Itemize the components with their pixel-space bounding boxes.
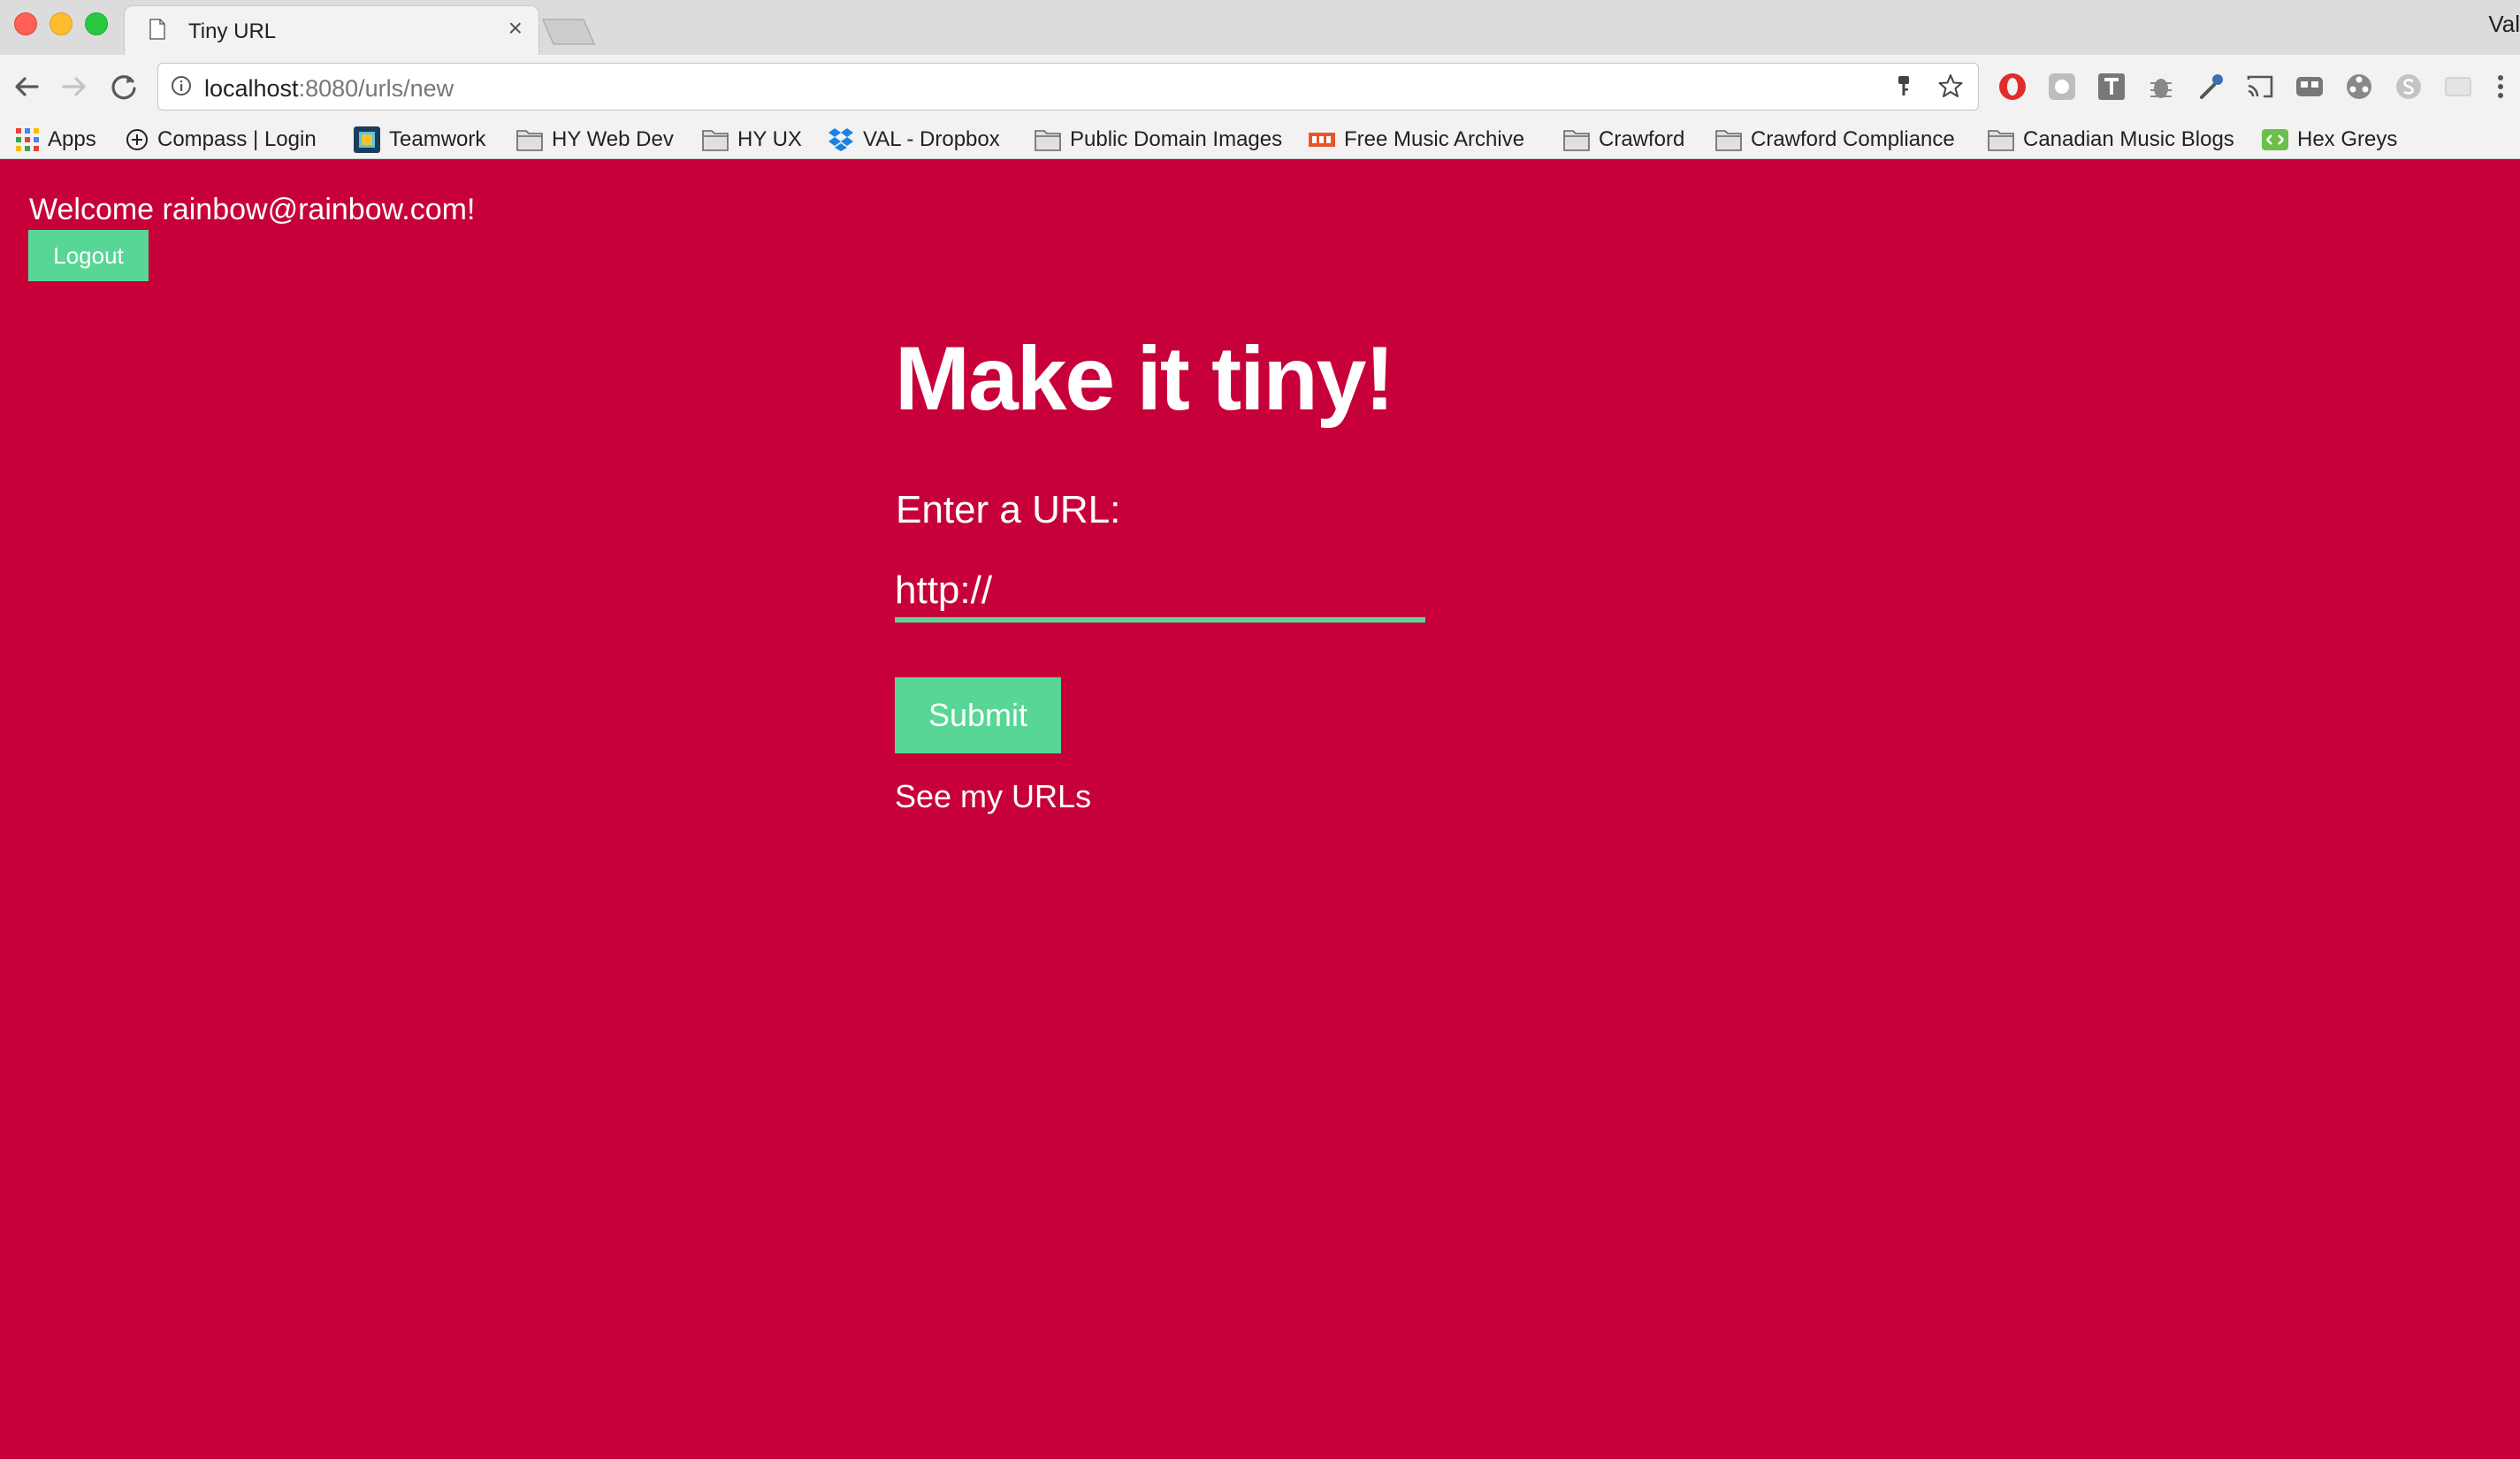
folder-icon [1035,130,1061,151]
folder-icon [1988,130,2014,151]
teamwork-icon [354,126,380,153]
tab-manager-icon[interactable] [2294,71,2325,103]
text-extension-icon[interactable] [2096,71,2127,103]
skype-icon[interactable] [2393,71,2425,103]
bookmark-label: Hex Greys [2297,127,2398,151]
window-close-button[interactable] [14,12,37,35]
reload-icon[interactable] [106,69,141,104]
window-extension-icon[interactable] [2442,71,2474,103]
key-icon[interactable] [1891,73,1916,98]
browser-tab-strip: Tiny URL × Val [0,0,2520,55]
window-minimize-button[interactable] [50,12,73,35]
bookmark-label: Crawford Compliance [1751,127,1955,151]
folder-icon [1715,130,1742,151]
logout-button[interactable]: Logout [28,230,149,281]
bookmark-crawford-compliance[interactable]: Crawford Compliance [1715,120,1955,159]
profile-name[interactable]: Val [2488,11,2520,38]
url-path: :8080/urls/new [298,75,454,102]
bookmark-label: HY Web Dev [552,127,674,151]
fma-icon [1309,133,1335,147]
forward-arrow-icon[interactable] [57,69,92,104]
hex-greys-icon [2262,129,2288,150]
folder-icon [1563,130,1590,151]
shield-extension-icon[interactable] [2046,71,2078,103]
url-field-label: Enter a URL: [896,488,1121,531]
bug-extension-icon[interactable] [2145,71,2177,103]
bookmark-teamwork[interactable]: Teamwork [354,120,485,159]
folder-icon [702,130,729,151]
see-my-urls-link[interactable]: See my URLs [895,778,1091,815]
bookmark-hex-greys[interactable]: Hex Greys [2262,120,2397,159]
folder-icon [516,130,543,151]
tab-close-icon[interactable]: × [508,16,523,41]
welcome-message: Welcome rainbow@rainbow.com! [29,193,476,226]
bookmark-public-domain-images[interactable]: Public Domain Images [1035,120,1282,159]
opera-vpn-extension-icon[interactable] [1997,71,2028,103]
info-icon[interactable] [171,75,192,96]
new-tab-button[interactable] [541,18,596,46]
bookmark-label: Crawford [1599,127,1685,151]
bookmark-hy-ux[interactable]: HY UX [702,120,802,159]
bookmark-hy-web-dev[interactable]: HY Web Dev [516,120,674,159]
apps-grid-icon [16,128,39,151]
address-bar[interactable]: localhost:8080/urls/new [157,63,1979,111]
cast-icon[interactable] [2244,71,2276,103]
window-zoom-button[interactable] [85,12,108,35]
bookmark-free-music-archive[interactable]: Free Music Archive [1309,120,1524,159]
submit-button[interactable]: Submit [895,677,1061,753]
bookmarks-bar: Apps Compass | Login Teamwork HY Web Dev… [0,120,2520,159]
page-title: Make it tiny! [895,328,1394,429]
bookmark-label: Apps [48,127,96,151]
browser-toolbar: localhost:8080/urls/new [0,55,2520,120]
bookmark-crawford[interactable]: Crawford [1563,120,1684,159]
compass-icon [126,129,148,150]
dropbox-icon [829,128,853,151]
bookmark-label: HY UX [737,127,802,151]
film-reel-icon[interactable] [2343,71,2375,103]
bookmark-label: Public Domain Images [1070,127,1283,151]
url-host: localhost [204,75,299,102]
star-icon[interactable] [1937,73,1964,99]
eyedropper-icon[interactable] [2195,71,2226,103]
url-text[interactable]: localhost:8080/urls/new [204,75,454,103]
bookmark-label: Free Music Archive [1344,127,1525,151]
bookmark-compass-login[interactable]: Compass | Login [126,120,317,159]
back-arrow-icon[interactable] [9,69,44,104]
bookmark-canadian-music-blogs[interactable]: Canadian Music Blogs [1988,120,2234,159]
bookmark-label: Compass | Login [157,127,317,151]
bookmark-label: VAL - Dropbox [863,127,1000,151]
menu-dots-icon[interactable] [2492,71,2509,103]
bookmark-apps[interactable]: Apps [16,120,96,159]
bookmark-val-dropbox[interactable]: VAL - Dropbox [828,120,1000,159]
bookmark-label: Teamwork [389,127,486,151]
browser-tab-active[interactable]: Tiny URL × [124,5,539,55]
tab-title: Tiny URL [188,19,277,43]
page-icon [149,19,165,40]
url-input[interactable] [895,564,1425,623]
bookmark-label: Canadian Music Blogs [2023,127,2234,151]
